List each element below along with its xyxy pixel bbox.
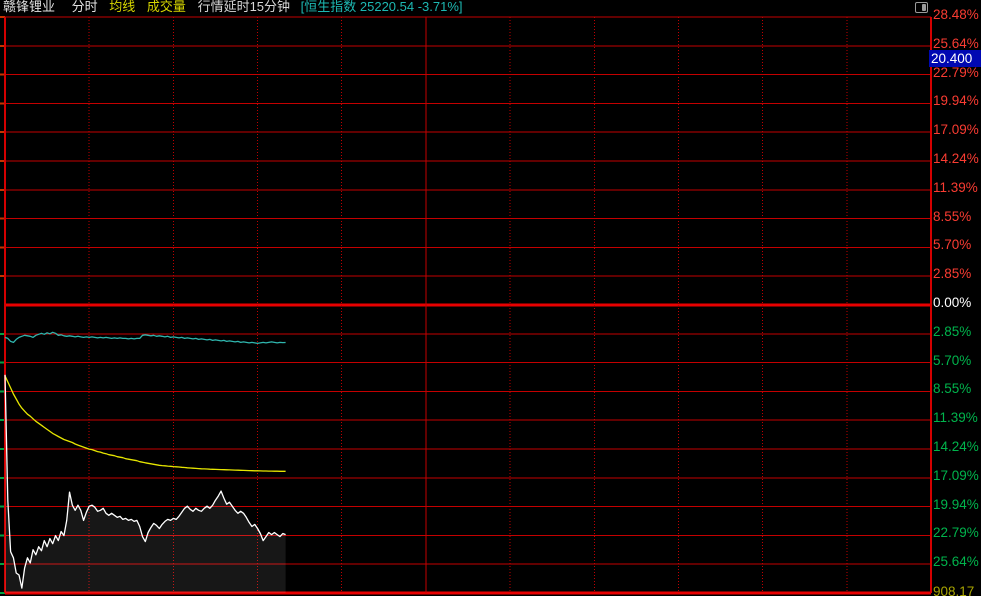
- axis-label-red: 8.55%: [933, 209, 981, 224]
- axis-label-white: 0.00%: [933, 295, 981, 310]
- axis-label-green: 8.55%: [933, 381, 981, 396]
- average-line: [5, 376, 286, 472]
- stock-intraday-screen: 赣锋锂业 分时 均线 成交量 行情延时15分钟 [恒生指数 25220.54 -…: [0, 0, 981, 596]
- axis-label-green: 19.94%: [933, 497, 981, 512]
- axis-label-green: 5.70%: [933, 353, 981, 368]
- axis-label-red: 2.85%: [933, 266, 981, 281]
- axis-label-green: 11.39%: [933, 410, 981, 425]
- axis-label-red: 25.64%: [933, 36, 981, 51]
- axis-label-red: 11.39%: [933, 180, 981, 195]
- intraday-chart-canvas[interactable]: [0, 0, 981, 596]
- axis-label-red: 28.48%: [933, 7, 981, 22]
- axis-label-red: 5.70%: [933, 237, 981, 252]
- axis-label-red: 17.09%: [933, 122, 981, 137]
- price-area-fill: [5, 375, 286, 593]
- current-price-tag: 20.400: [929, 50, 981, 67]
- axis-label-red: 19.94%: [933, 93, 981, 108]
- axis-label-green: 14.24%: [933, 439, 981, 454]
- axis-label-red: 14.24%: [933, 151, 981, 166]
- axis-label-green: 25.64%: [933, 554, 981, 569]
- axis-label-green: 17.09%: [933, 468, 981, 483]
- axis-label-green: 22.79%: [933, 525, 981, 540]
- axis-label-green: 2.85%: [933, 324, 981, 339]
- volume-scale-label: 908.17: [933, 584, 981, 596]
